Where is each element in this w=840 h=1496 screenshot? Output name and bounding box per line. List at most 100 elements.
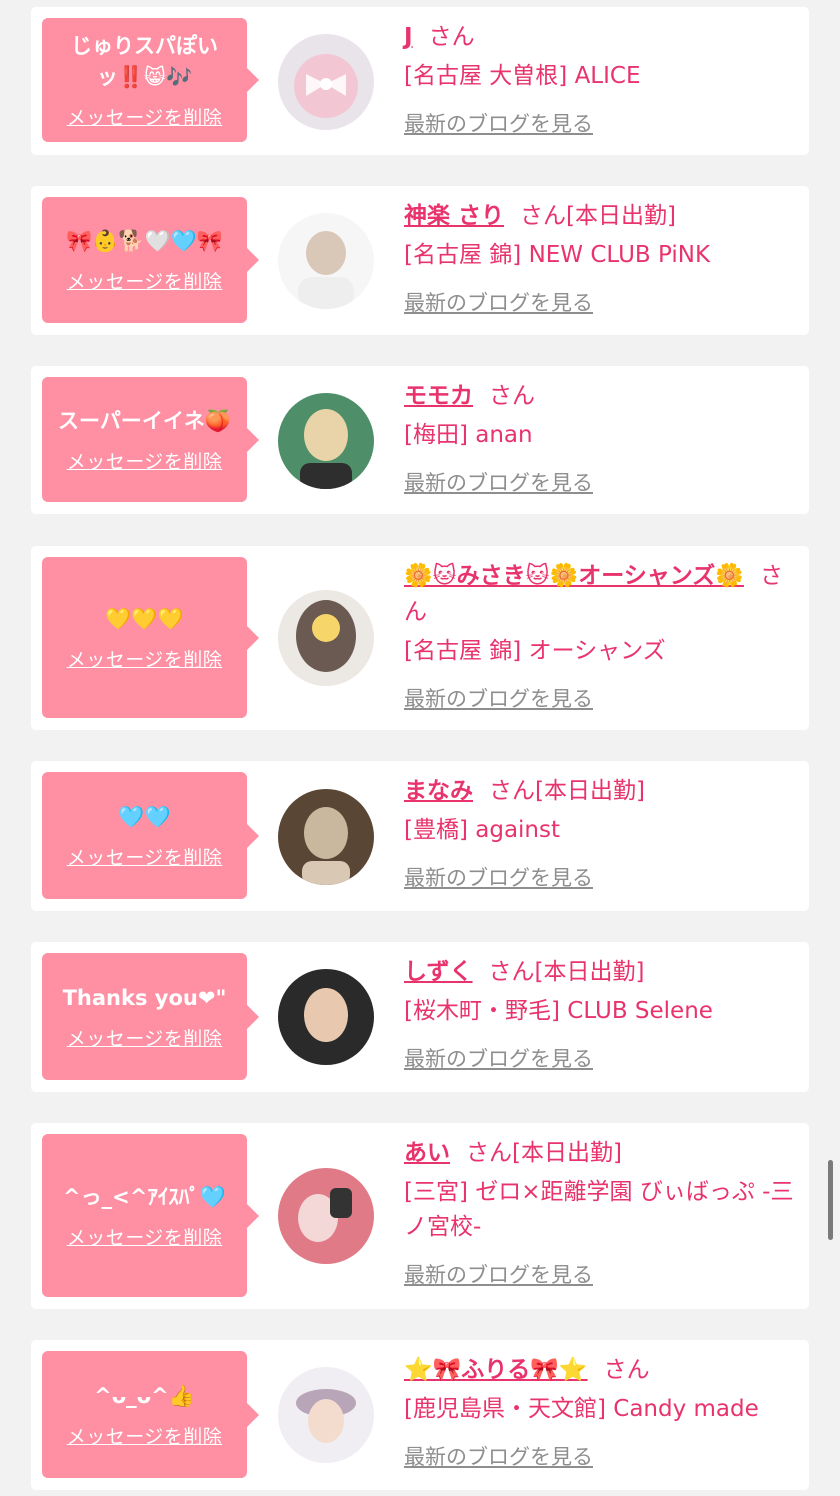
message-bubble: 💛💛💛 メッセージを削除	[42, 557, 259, 718]
girl-name-link[interactable]: 神楽 さり	[404, 203, 504, 229]
favorite-message-list: じゅりスパぽいッ‼️😸🎶 メッセージを削除 J さん [名古屋 大曽根] ALIC…	[0, 0, 840, 1496]
profile-info: 🌼🐱みさき🐱🌼オーシャンズ🌼 さん [名古屋 錦] オーシャンズ 最新のブログを見…	[404, 558, 794, 713]
message-text: スーパーイイネ🍑	[58, 408, 231, 433]
shop-name: [名古屋 錦] NEW CLUB PiNK	[404, 242, 711, 268]
delete-message-link[interactable]: メッセージを削除	[67, 1223, 223, 1250]
message-text: Thanks you❤"	[62, 985, 227, 1010]
name-line: しずく さん[本日出勤]	[404, 954, 794, 990]
portrait-photo-icon	[278, 590, 374, 686]
status-badge: [本日出勤]	[534, 959, 645, 985]
delete-message-link[interactable]: メッセージを削除	[67, 267, 223, 294]
name-line: 🌼🐱みさき🐱🌼オーシャンズ🌼 さん	[404, 558, 794, 630]
latest-blog-link[interactable]: 最新のブログを見る	[404, 862, 593, 892]
latest-blog-link[interactable]: 最新のブログを見る	[404, 683, 593, 713]
portrait-photo-icon	[278, 1367, 374, 1463]
name-line: ⭐🎀ふりる🎀⭐ さん	[404, 1352, 794, 1388]
delete-message-link[interactable]: メッセージを削除	[67, 447, 223, 474]
portrait-photo-icon	[278, 213, 374, 309]
message-text: 🩵🩵	[118, 804, 171, 829]
profile-info: まなみ さん[本日出勤] [豊橋] against 最新のブログを見る	[404, 773, 794, 892]
shop-name: [鹿児島県・天文館] Candy made	[404, 1396, 759, 1422]
list-item: Thanks you❤" メッセージを削除 しずく さん[本日出勤] [桜木町・野…	[31, 942, 809, 1092]
girl-name-link[interactable]: ⭐🎀ふりる🎀⭐	[404, 1357, 588, 1383]
avatar[interactable]	[278, 34, 374, 130]
latest-blog-link[interactable]: 最新のブログを見る	[404, 1043, 593, 1073]
avatar[interactable]	[278, 1168, 374, 1264]
avatar[interactable]	[278, 789, 374, 885]
status-badge: [本日出勤]	[566, 203, 676, 229]
shop-name: [豊橋] against	[404, 817, 561, 843]
list-item: 💛💛💛 メッセージを削除 🌼🐱みさき🐱🌼オーシャンズ🌼 さん [名古屋 錦] オー…	[31, 546, 809, 730]
portrait-photo-icon	[278, 789, 374, 885]
list-item: ^っ_<^ｱｲｽﾊﾟ🩵 メッセージを削除 あい さん[本日出勤] [三宮] ゼロ×…	[31, 1123, 809, 1309]
name-line: あい さん[本日出勤]	[404, 1135, 794, 1171]
message-bubble: ^っ_<^ｱｲｽﾊﾟ🩵 メッセージを削除	[42, 1134, 259, 1297]
honorific: さん	[520, 203, 567, 229]
status-badge: [本日出勤]	[512, 1140, 622, 1166]
honorific: さん	[603, 1357, 650, 1383]
girl-name-link[interactable]: 🌼🐱みさき🐱🌼オーシャンズ🌼	[404, 563, 744, 589]
delete-message-link[interactable]: メッセージを削除	[67, 1422, 223, 1449]
list-item: スーパーイイネ🍑 メッセージを削除 モモカ さん [梅田] anan 最新のブログ…	[31, 366, 809, 514]
profile-info: 神楽 さり さん[本日出勤] [名古屋 錦] NEW CLUB PiNK 最新のブ…	[404, 198, 794, 317]
portrait-photo-icon	[278, 1168, 374, 1264]
message-text: 💛💛💛	[105, 606, 184, 631]
message-text: じゅりスパぽいッ‼️😸🎶	[71, 33, 218, 89]
profile-info: モモカ さん [梅田] anan 最新のブログを見る	[404, 378, 794, 497]
honorific: さん	[489, 778, 535, 804]
delete-message-link[interactable]: メッセージを削除	[67, 103, 223, 130]
message-bubble: 🩵🩵 メッセージを削除	[42, 772, 259, 899]
message-bubble: ^ᴗ_ᴗ^👍 メッセージを削除	[42, 1351, 259, 1478]
honorific: さん	[428, 24, 475, 50]
latest-blog-link[interactable]: 最新のブログを見る	[404, 467, 593, 497]
avatar[interactable]	[278, 1367, 374, 1463]
message-bubble: じゅりスパぽいッ‼️😸🎶 メッセージを削除	[42, 18, 259, 142]
shop-name: [梅田] anan	[404, 422, 533, 448]
girl-name-link[interactable]: あい	[404, 1140, 450, 1166]
girl-name-link[interactable]: まなみ	[404, 778, 473, 804]
shop-name: [桜木町・野毛] CLUB Selene	[404, 998, 713, 1024]
girl-name-link[interactable]: しずく	[404, 959, 473, 985]
list-item: 🩵🩵 メッセージを削除 まなみ さん[本日出勤] [豊橋] against 最新の…	[31, 761, 809, 911]
message-text: ^っ_<^ｱｲｽﾊﾟ🩵	[63, 1184, 226, 1209]
list-item: じゅりスパぽいッ‼️😸🎶 メッセージを削除 J さん [名古屋 大曽根] ALIC…	[31, 7, 809, 155]
honorific: さん	[488, 959, 535, 985]
latest-blog-link[interactable]: 最新のブログを見る	[404, 1441, 593, 1471]
avatar[interactable]	[278, 213, 374, 309]
girl-name-link[interactable]: J	[404, 24, 413, 50]
profile-info: あい さん[本日出勤] [三宮] ゼロ×距離学園 びぃばっぷ -三ノ宮校- 最新の…	[404, 1135, 794, 1289]
portrait-photo-icon	[278, 969, 374, 1065]
honorific: さん	[489, 383, 535, 409]
scrollbar[interactable]	[828, 1160, 833, 1240]
status-badge: [本日出勤]	[535, 778, 645, 804]
profile-info: J さん [名古屋 大曽根] ALICE 最新のブログを見る	[404, 19, 794, 138]
message-bubble: 🎀👶🐕🤍🩵🎀 メッセージを削除	[42, 197, 259, 323]
honorific: さん	[466, 1140, 512, 1166]
avatar[interactable]	[278, 393, 374, 489]
name-line: モモカ さん	[404, 378, 794, 414]
message-bubble: スーパーイイネ🍑 メッセージを削除	[42, 377, 259, 502]
list-item: ^ᴗ_ᴗ^👍 メッセージを削除 ⭐🎀ふりる🎀⭐ さん [鹿児島県・天文館] Can…	[31, 1340, 809, 1490]
latest-blog-link[interactable]: 最新のブログを見る	[404, 108, 593, 138]
name-line: 神楽 さり さん[本日出勤]	[404, 198, 794, 234]
message-text: 🎀👶🐕🤍🩵🎀	[66, 229, 223, 253]
bow-photo-icon	[278, 34, 374, 130]
girl-name-link[interactable]: モモカ	[404, 383, 473, 409]
shop-name: [名古屋 大曽根] ALICE	[404, 63, 641, 89]
list-item: 🎀👶🐕🤍🩵🎀 メッセージを削除 神楽 さり さん[本日出勤] [名古屋 錦] NE…	[31, 186, 809, 335]
portrait-photo-icon	[278, 393, 374, 489]
name-line: まなみ さん[本日出勤]	[404, 773, 794, 809]
latest-blog-link[interactable]: 最新のブログを見る	[404, 1259, 593, 1289]
latest-blog-link[interactable]: 最新のブログを見る	[404, 287, 593, 317]
delete-message-link[interactable]: メッセージを削除	[67, 645, 223, 672]
message-bubble: Thanks you❤" メッセージを削除	[42, 953, 259, 1080]
message-text: ^ᴗ_ᴗ^👍	[94, 1383, 195, 1408]
delete-message-link[interactable]: メッセージを削除	[67, 1024, 223, 1051]
avatar[interactable]	[278, 969, 374, 1065]
delete-message-link[interactable]: メッセージを削除	[67, 843, 223, 870]
avatar[interactable]	[278, 590, 374, 686]
profile-info: ⭐🎀ふりる🎀⭐ さん [鹿児島県・天文館] Candy made 最新のブログを見…	[404, 1352, 794, 1471]
profile-info: しずく さん[本日出勤] [桜木町・野毛] CLUB Selene 最新のブログを…	[404, 954, 794, 1073]
shop-name: [名古屋 錦] オーシャンズ	[404, 638, 666, 664]
name-line: J さん	[404, 19, 794, 55]
